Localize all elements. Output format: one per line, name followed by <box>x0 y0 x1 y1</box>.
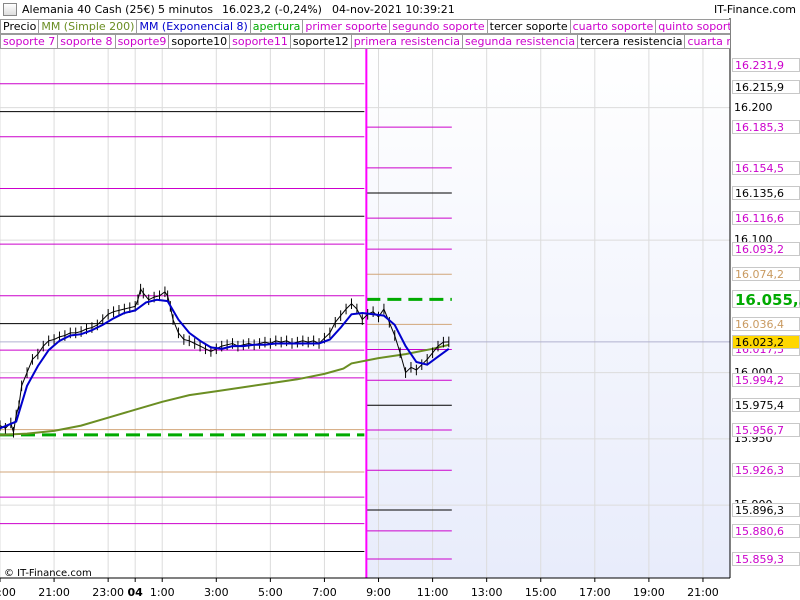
x-tick-label: 11:00 <box>417 586 449 599</box>
x-tick-label: 17:00 <box>579 586 611 599</box>
legend-item[interactable]: soporte 8 <box>57 34 116 49</box>
brand-link[interactable]: IT-Finance.com <box>714 3 796 16</box>
y-level-label: 16.093,2 <box>732 242 800 257</box>
legend-item[interactable]: segunda resistencia <box>461 34 579 49</box>
y-level-label: 15.880,6 <box>732 523 800 538</box>
x-tick-label: 19:00 <box>633 586 665 599</box>
legend-item[interactable]: apertura <box>249 19 304 34</box>
x-tick-label: 15:00 <box>525 586 557 599</box>
y-level-label: 16.036,4 <box>732 317 800 332</box>
y-level-label: 16.231,9 <box>732 58 800 73</box>
x-tick-label: 7:00 <box>312 586 337 599</box>
x-tick-label: 04 <box>128 586 144 599</box>
chart-icon[interactable] <box>3 3 17 16</box>
legend-item[interactable]: primera resistencia <box>350 34 463 49</box>
x-tick-label: 9:00 <box>366 586 391 599</box>
y-level-label: 15.926,3 <box>732 463 800 478</box>
legend-item[interactable]: soporte 7 <box>0 34 59 49</box>
y-level-label: 15.956,7 <box>732 422 800 437</box>
legend-item[interactable]: soporte11 <box>229 34 291 49</box>
x-tick-label: 3:00 <box>204 586 229 599</box>
legend-item[interactable]: MM (Exponencial 8) <box>136 19 251 34</box>
y-level-label: 16.116,6 <box>732 211 800 226</box>
legend-row-2: soporte 7 soporte 8 soporte9 soporte10 sopor… <box>0 34 730 49</box>
copyright: © IT-Finance.com <box>4 568 92 579</box>
y-level-label: 16.154,5 <box>732 160 800 175</box>
legend-item[interactable]: segundo soporte <box>389 19 488 34</box>
legend-item[interactable]: Precio <box>0 19 40 34</box>
chart-svg: 19:00 21:00 23:00 04 1:00 3:00 5:00 7:00 9:00 11:… <box>0 18 731 599</box>
legend-item[interactable]: cuarto soporte <box>569 19 657 34</box>
last-price-label: 16.023,2 <box>732 334 800 349</box>
x-tick-label: 5:00 <box>258 586 283 599</box>
y-level-label: 16.185,3 <box>732 120 800 135</box>
y-level-label: 15.859,3 <box>732 552 800 567</box>
y-level-label: 15.896,3 <box>732 503 800 518</box>
legend-row-1: Precio MM (Simple 200) MM (Exponencial 8) a… <box>0 19 730 34</box>
y-level-label: 16.074,2 <box>732 267 800 282</box>
legend-item[interactable]: primer soporte <box>302 19 391 34</box>
last-change: 16.023,2 (-0,24%) <box>222 3 322 16</box>
open-level-label: 16.055,3 <box>732 290 800 309</box>
bg-prev-session <box>0 48 367 578</box>
y-level-label: 16.135,6 <box>732 185 800 200</box>
legend-item[interactable]: tercer soporte <box>486 19 571 34</box>
legend-item[interactable]: soporte10 <box>168 34 231 49</box>
y-level-label: 16.215,9 <box>732 79 800 94</box>
x-tick-label: 13:00 <box>471 586 503 599</box>
y-tick-label: 16.200 <box>734 100 773 114</box>
legend-item[interactable]: tercera resistencia <box>577 34 686 49</box>
x-tick-label: 19:00 <box>0 586 16 599</box>
legend-item[interactable]: quinto soporte <box>655 19 730 34</box>
datetime: 04-nov-2021 10:39:21 <box>332 3 455 16</box>
x-tick-label: 23:00 <box>92 586 124 599</box>
x-tick-label: 21:00 <box>687 586 719 599</box>
y-level-label: 15.975,4 <box>732 398 800 413</box>
timeframe: 5 minutos <box>158 3 213 16</box>
chart-header: Alemania 40 Cash (25€) 5 minutos 16.023,… <box>0 0 800 18</box>
y-level-label: 15.994,2 <box>732 373 800 388</box>
legend-item[interactable]: cuarta resistencia <box>684 34 730 49</box>
x-tick-label: 21:00 <box>38 586 70 599</box>
legend-item[interactable]: MM (Simple 200) <box>38 19 138 34</box>
x-tick-label: 1:00 <box>150 586 175 599</box>
legend-item[interactable]: soporte9 <box>114 34 170 49</box>
instrument-name: Alemania 40 Cash (25€) <box>22 3 155 16</box>
legend-item[interactable]: soporte12 <box>289 34 352 49</box>
